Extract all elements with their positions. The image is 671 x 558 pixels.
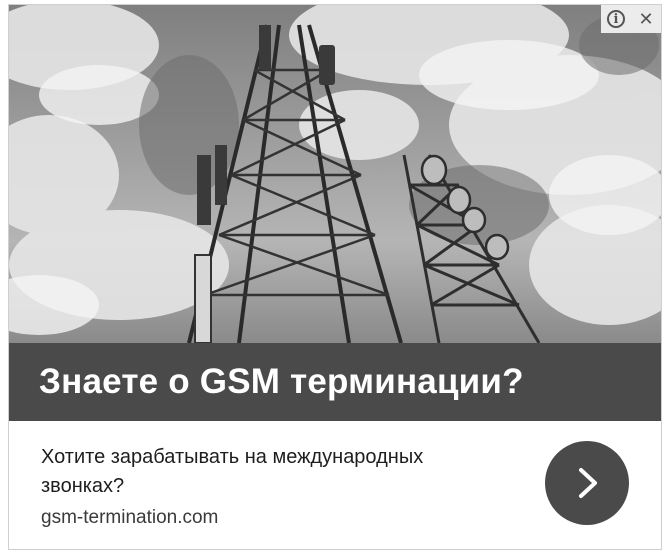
close-button[interactable]: ✕ [631,5,661,33]
ad-container[interactable]: i ✕ Знаете о GSM терминации? Хотите зара… [8,4,662,550]
info-button[interactable]: i [601,5,631,33]
ad-controls: i ✕ [601,5,661,33]
headline-bar[interactable]: Знаете о GSM терминации? [9,343,661,421]
cta-button[interactable] [545,441,629,525]
ad-body[interactable]: Хотите зарабатывать на международных зво… [9,421,661,549]
cell-tower-illustration [9,5,661,343]
cell-tower-photo[interactable]: i ✕ [9,5,661,343]
ad-headline[interactable]: Знаете о GSM терминации? [39,362,524,402]
ad-description[interactable]: Хотите зарабатывать на международных зво… [41,443,511,501]
close-icon: ✕ [638,9,654,29]
chevron-right-icon [579,468,597,498]
ad-domain[interactable]: gsm-termination.com [41,507,218,529]
info-icon: i [607,10,625,28]
